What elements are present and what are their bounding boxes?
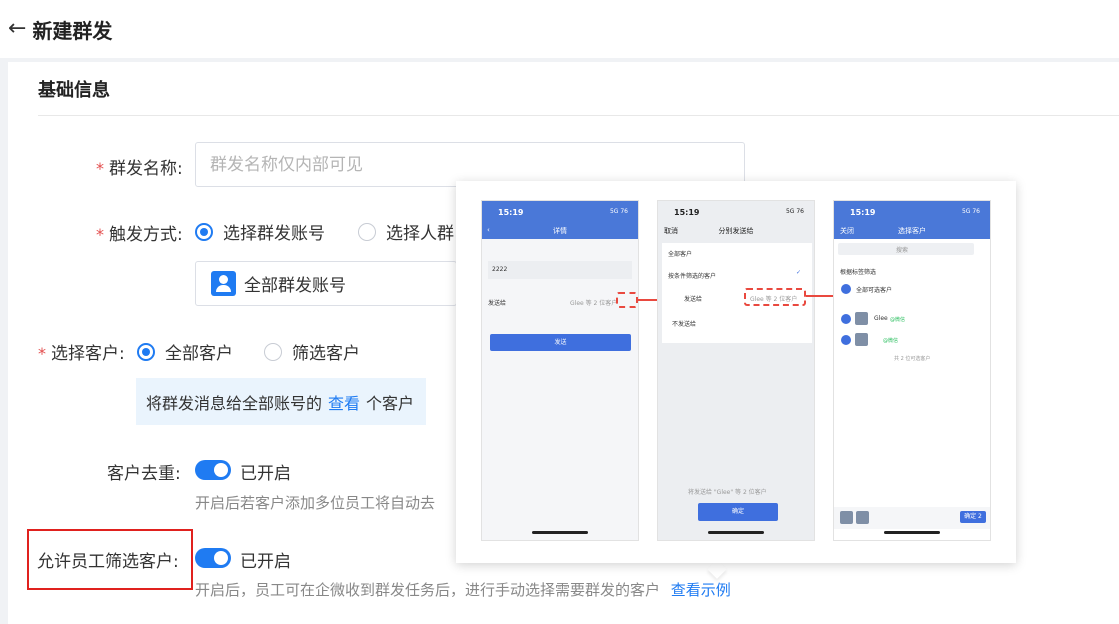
trigger-label: * 触发方式: (96, 225, 183, 245)
dedupe-toggle[interactable] (195, 460, 231, 480)
example-popover: 15:19 5G 76 ‹ 详情 2222 发送给 Glee 等 2 位客户 发… (456, 181, 1016, 563)
customers-option-all[interactable]: 全部客户 (137, 339, 233, 364)
example-phone-detail: 15:19 5G 76 ‹ 详情 2222 发送给 Glee 等 2 位客户 发… (481, 200, 639, 541)
view-link[interactable]: 查看 (328, 390, 360, 414)
avatar (856, 511, 869, 524)
top-bar: ← 新建群发 (0, 0, 1119, 58)
trigger-option-crowd[interactable]: 选择人群 (358, 219, 454, 244)
allow-filter-hint: 开启后，员工可在企微收到群发任务后，进行手动选择需要群发的客户 查看示例 (195, 581, 731, 599)
section-title: 基础信息 (38, 80, 110, 101)
divider (38, 115, 1119, 116)
check-icon (841, 335, 851, 345)
phone-confirm-button: 确定 (698, 503, 778, 521)
name-label: * 群发名称: (96, 159, 183, 179)
dedupe-label: 客户去重: (107, 464, 181, 484)
arrow-left-icon[interactable]: ← (8, 18, 26, 40)
radio-checked-icon (137, 342, 155, 361)
phone-confirm-button: 确定 2 (960, 511, 986, 523)
required-mark: * (96, 159, 104, 178)
allow-filter-toggle[interactable] (195, 548, 231, 568)
page-title: 新建群发 (32, 18, 113, 43)
home-indicator (884, 531, 940, 534)
avatar (855, 312, 868, 325)
highlight-dash (744, 288, 806, 306)
avatar (855, 333, 868, 346)
check-icon: ✓ (796, 269, 802, 276)
required-mark: * (96, 225, 104, 244)
customers-info: 将群发消息给全部账号的 查看 个客户 (136, 378, 426, 425)
allow-filter-label: 允许员工筛选客户: (37, 552, 179, 572)
home-indicator (708, 531, 764, 534)
radio-unchecked-icon (358, 222, 376, 241)
arrow-right-icon (806, 291, 842, 301)
check-icon (841, 314, 851, 324)
phone-header: 15:19 5G 76 关闭 选择客户 (834, 201, 990, 239)
phone-header: 15:19 5G 76 ‹ 详情 (482, 201, 638, 239)
customers-option-filter[interactable]: 筛选客户 (264, 339, 360, 364)
home-indicator (532, 531, 588, 534)
example-phone-send-to: 15:19 5G 76 取消 分别发送给 全部客户 按条件筛选的客户 ✓ 发送给… (657, 200, 815, 541)
avatar (840, 511, 853, 524)
account-selector[interactable]: 全部群发账号 (195, 261, 457, 306)
check-icon (841, 284, 851, 294)
user-icon (211, 271, 236, 296)
radio-unchecked-icon (264, 342, 282, 361)
view-example-link[interactable]: 查看示例 (671, 581, 731, 599)
dedupe-state: 已开启 (240, 464, 291, 484)
phone-send-button: 发送 (490, 334, 631, 351)
example-phone-select-customer: 15:19 5G 76 关闭 选择客户 搜索 根据标签筛选 全部可选客户 Gle… (833, 200, 991, 541)
radio-checked-icon (195, 222, 213, 241)
dedupe-hint: 开启后若客户添加多位员工将自动去 (195, 494, 436, 512)
customers-label: * 选择客户: (38, 344, 125, 364)
allow-filter-state: 已开启 (240, 552, 291, 572)
highlight-dash (616, 292, 638, 308)
required-mark: * (38, 344, 46, 363)
trigger-option-account[interactable]: 选择群发账号 (195, 219, 325, 244)
